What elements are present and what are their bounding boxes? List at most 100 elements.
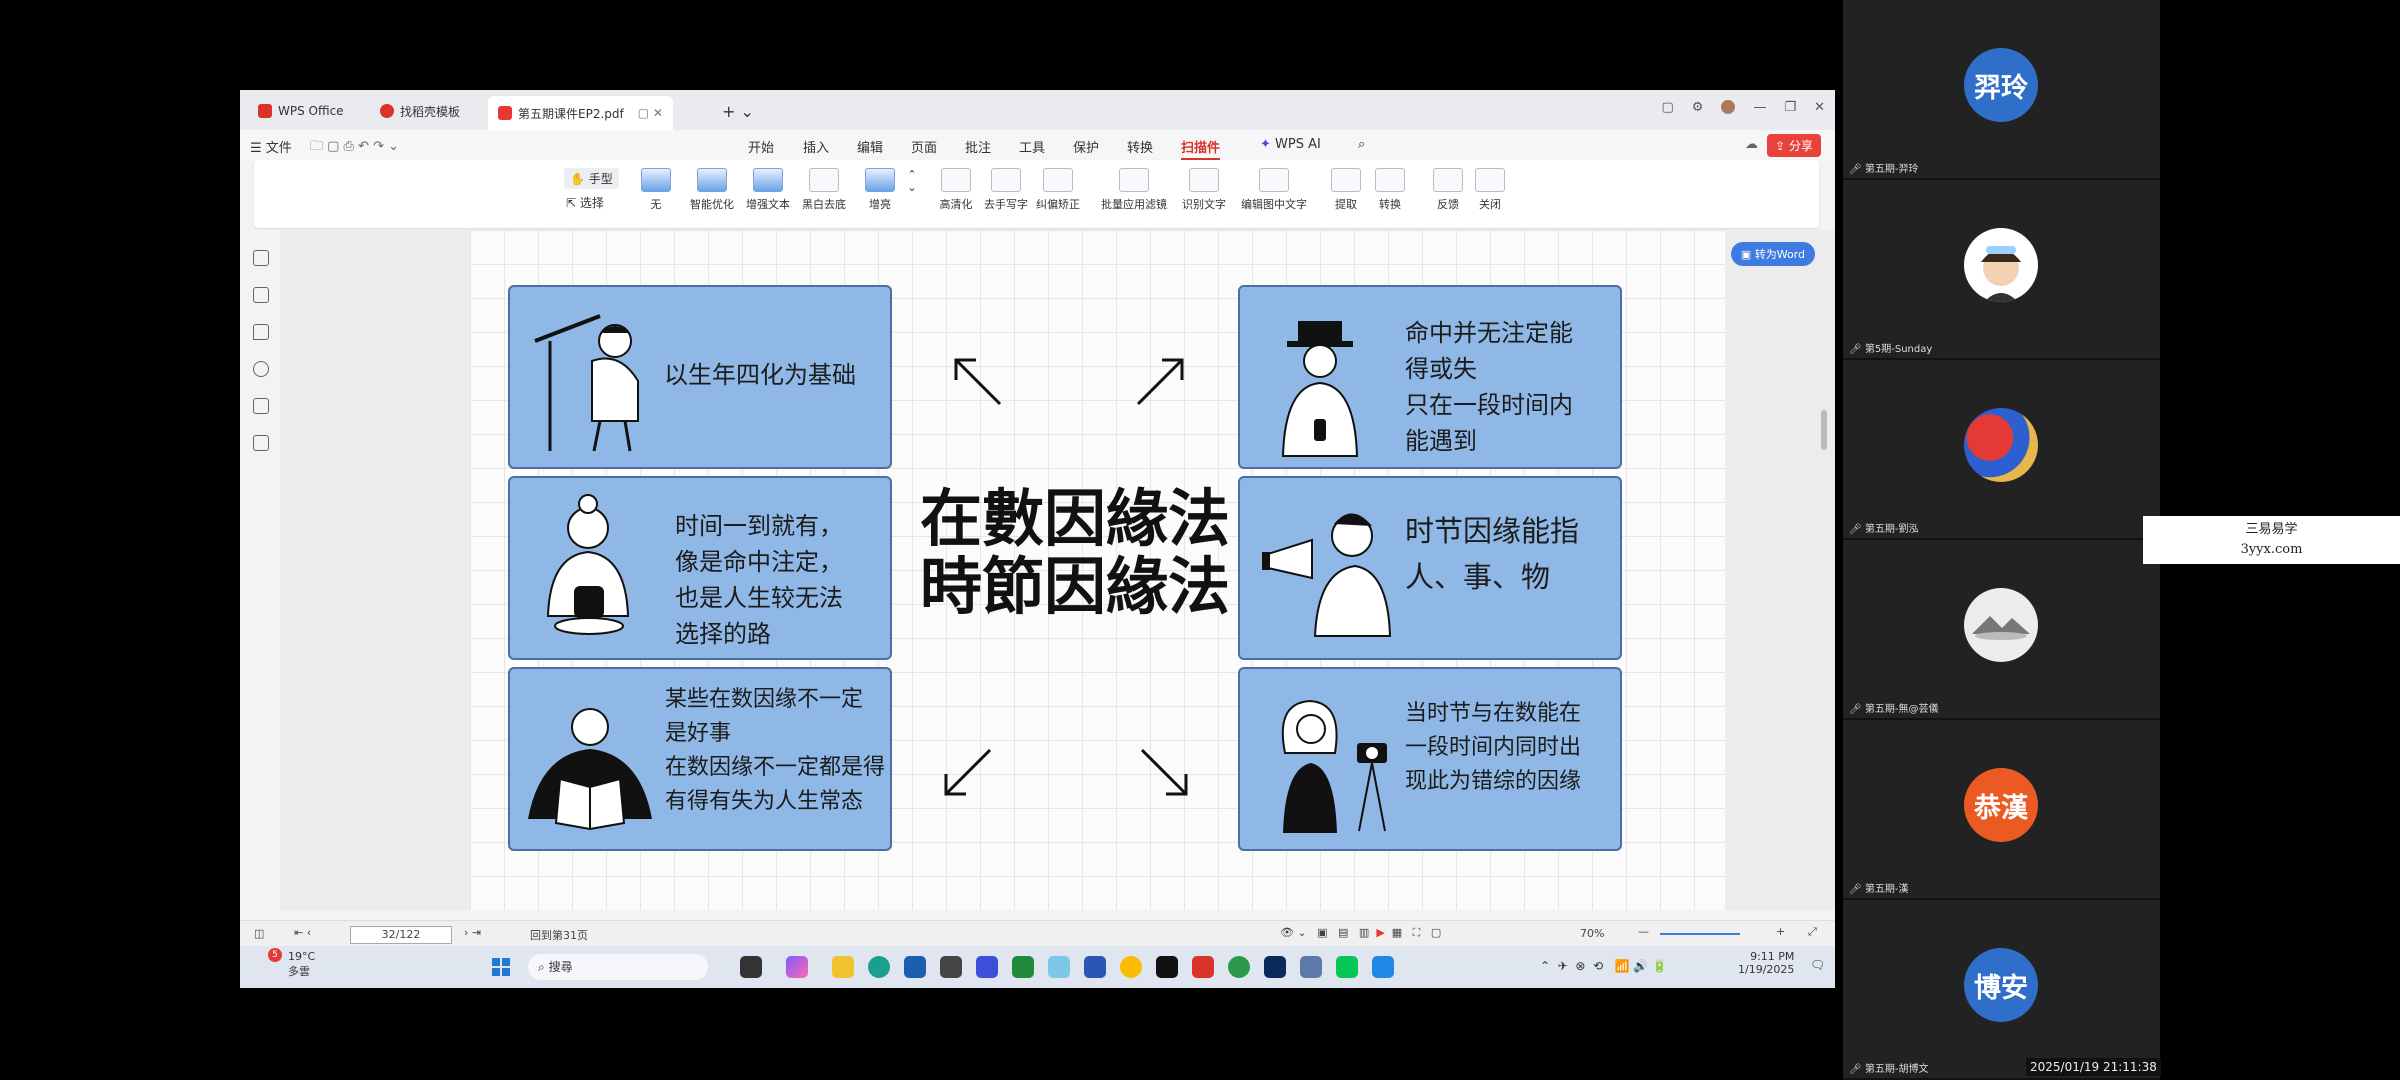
app-dark-blue-icon[interactable] — [1084, 956, 1106, 978]
clock[interactable]: 9:11 PM 1/19/2025 — [1738, 950, 1794, 976]
ocr-icon — [1189, 168, 1219, 192]
convert-to-word-button[interactable]: ▣ 转为Word — [1730, 242, 1815, 266]
fullscreen-icon[interactable]: ⤢ — [1808, 925, 1817, 939]
user-avatar-icon[interactable] — [1721, 100, 1736, 114]
menu-protect[interactable]: 保护 — [1073, 137, 1099, 156]
card-mid-left: 时间一到就有， 像是命中注定， 也是人生较无法 选择的路 — [508, 476, 892, 660]
line-icon[interactable] — [1336, 956, 1358, 978]
bookmark-icon[interactable] — [253, 250, 269, 266]
settings-app-icon[interactable] — [1300, 956, 1322, 978]
menu-edit[interactable]: 编辑 — [857, 137, 883, 156]
weather-widget[interactable]: 5 19°C 多雲 — [250, 948, 315, 979]
file-menu[interactable]: ☰ 文件 — [250, 137, 292, 156]
windows-start-icon[interactable] — [492, 958, 510, 976]
participant-name: 🎤︎ 第五期-劉泓 — [1849, 524, 1919, 535]
app-blue-icon[interactable] — [976, 956, 998, 978]
layout-icon[interactable]: ▢ — [1661, 100, 1673, 115]
taskbar-search[interactable]: ⌕ 搜尋 — [528, 954, 708, 980]
menu-convert[interactable]: 转换 — [1127, 137, 1153, 156]
store-icon[interactable] — [904, 956, 926, 978]
close-tab-icon[interactable]: ▢ ✕ — [638, 106, 663, 120]
zoom-slider[interactable] — [1660, 933, 1740, 935]
task-view-icon[interactable] — [740, 956, 762, 978]
sidebar-toggle-icon[interactable]: ◫ — [254, 927, 264, 940]
notification-badge: 5 — [268, 948, 282, 962]
capcut-icon[interactable] — [1156, 956, 1178, 978]
menu-wps-ai[interactable]: ✦ WPS AI — [1260, 137, 1321, 152]
menu-insert[interactable]: 插入 — [803, 137, 829, 156]
convert-button[interactable]: 转换 — [1360, 168, 1420, 212]
notification-center-icon[interactable]: 🗨 — [1810, 958, 1825, 972]
remove-handwriting-button[interactable]: 去手写字 — [976, 168, 1036, 212]
participant-tile[interactable]: 🎤︎ 第五期-劉泓 — [1843, 360, 2160, 540]
close-scan-button[interactable]: 关闭 — [1460, 168, 1520, 212]
layers-icon[interactable] — [253, 435, 269, 451]
zoom-in-icon[interactable]: + — [1776, 925, 1785, 938]
zoom-app-icon[interactable] — [1372, 956, 1394, 978]
tab-template[interactable]: 找稻壳模板 — [370, 96, 470, 126]
participant-tile[interactable]: 博安 🎤︎ 第五期-胡博文 — [1843, 900, 2160, 1080]
xbox-icon[interactable] — [1012, 956, 1034, 978]
app-navy-icon[interactable] — [1264, 956, 1286, 978]
wps-taskbar-icon[interactable] — [1192, 956, 1214, 978]
hand-tool-button[interactable]: ✋ 手型 — [564, 168, 619, 189]
minimize-icon[interactable]: — — [1753, 100, 1766, 115]
participant-tile[interactable]: 羿玲 🎤︎ 第五期-羿玲 — [1843, 0, 2160, 180]
megaphone-person-illustration — [1262, 513, 1392, 637]
filter-more-chevron-icon[interactable]: ⌃ ⌄ — [902, 168, 922, 194]
zoom-level[interactable]: 70% — [1580, 927, 1604, 940]
attachment-icon[interactable] — [253, 361, 269, 377]
tab-pdf-file[interactable]: 第五期课件EP2.pdf ▢ ✕ — [488, 96, 673, 130]
quick-access-icons[interactable]: 🗀 ▢ ⎙ ↶ ↷ ⌄ — [310, 137, 399, 159]
participant-name: 🎤︎ 第五期-無@芸儀 — [1849, 704, 1939, 715]
cloud-sync-icon[interactable]: ☁ — [1745, 137, 1758, 152]
vertical-scrollbar[interactable] — [1821, 410, 1827, 450]
restore-icon[interactable]: ❐ — [1784, 100, 1796, 115]
smart-optimize-button[interactable]: 智能优化 — [682, 168, 742, 212]
enhance-text-button[interactable]: 增强文本 — [738, 168, 798, 212]
edit-image-text-button[interactable]: 编辑图中文字 — [1234, 168, 1314, 212]
settings-icon[interactable]: ⚙ — [1692, 100, 1704, 115]
batch-filter-button[interactable]: 批量应用滤镜 — [1094, 168, 1174, 212]
tab-wps-office[interactable]: WPS Office — [248, 96, 354, 126]
close-window-icon[interactable]: ✕ — [1814, 100, 1825, 115]
signature-icon[interactable] — [253, 398, 269, 414]
menu-scan[interactable]: 扫描件 — [1181, 137, 1221, 160]
file-explorer-icon[interactable] — [832, 956, 854, 978]
participant-tile[interactable]: 🎤︎ 第五期-無@芸儀 — [1843, 540, 2160, 720]
menu-tools[interactable]: 工具 — [1019, 137, 1045, 156]
ocr-button[interactable]: 识别文字 — [1174, 168, 1234, 212]
zoom-out-icon[interactable]: — — [1638, 925, 1649, 938]
page-nav-arrows[interactable]: ⇤ ‹ — [294, 926, 311, 939]
thumbnail-icon[interactable] — [253, 287, 269, 303]
chrome-icon[interactable] — [1120, 956, 1142, 978]
filter-none-button[interactable]: 无 — [626, 168, 686, 212]
bw-background-button[interactable]: 黑白去底 — [794, 168, 854, 212]
participant-tile[interactable]: 恭漢 🎤︎ 第五期-漢 — [1843, 720, 2160, 900]
menu-page[interactable]: 页面 — [911, 137, 937, 156]
batch-filter-icon — [1119, 168, 1149, 192]
copilot-icon[interactable] — [786, 956, 808, 978]
menu-start[interactable]: 开始 — [748, 137, 774, 156]
deskew-button[interactable]: 纠偏矫正 — [1028, 168, 1088, 212]
card-bottom-left: 某些在数因缘不一定 是好事 在数因缘不一定都是得 有得有失为人生常态 — [508, 667, 892, 851]
app-cube-icon[interactable] — [940, 956, 962, 978]
view-mode-icons[interactable]: 👁 ⌄ ▣ ▤ ▥ ▶ ▦ ⛶ ▢ — [1280, 926, 1441, 940]
participant-tile[interactable]: 🎤︎ 第5期-Sunday — [1843, 180, 2160, 360]
card-top-left-text: 以生年四化为基础 — [664, 361, 856, 389]
system-tray-icons[interactable]: ⌃ ✈ ⊗ ⟲ 📶 🔊 🔋 — [1540, 959, 1667, 973]
menu-comment[interactable]: 批注 — [965, 137, 991, 156]
edge-icon[interactable] — [868, 956, 890, 978]
wechat-icon[interactable] — [1228, 956, 1250, 978]
goto-previous-page[interactable]: 回到第31页 — [530, 927, 588, 943]
search-icon[interactable]: ⌕ — [1358, 137, 1365, 152]
participant-name: 🎤︎ 第五期-羿玲 — [1849, 164, 1919, 175]
page-next-arrows[interactable]: › ⇥ — [464, 926, 481, 939]
share-button[interactable]: ⇪ 分享 — [1767, 134, 1821, 157]
brighten-button[interactable]: 增亮 — [850, 168, 910, 212]
select-tool-button[interactable]: ⇱ 选择 — [566, 194, 604, 211]
comment-icon[interactable] — [253, 324, 269, 340]
new-tab-button[interactable]: + ⌄ — [712, 96, 764, 126]
page-number-input[interactable]: 32/122 — [350, 926, 452, 944]
snipping-tool-icon[interactable] — [1048, 956, 1070, 978]
